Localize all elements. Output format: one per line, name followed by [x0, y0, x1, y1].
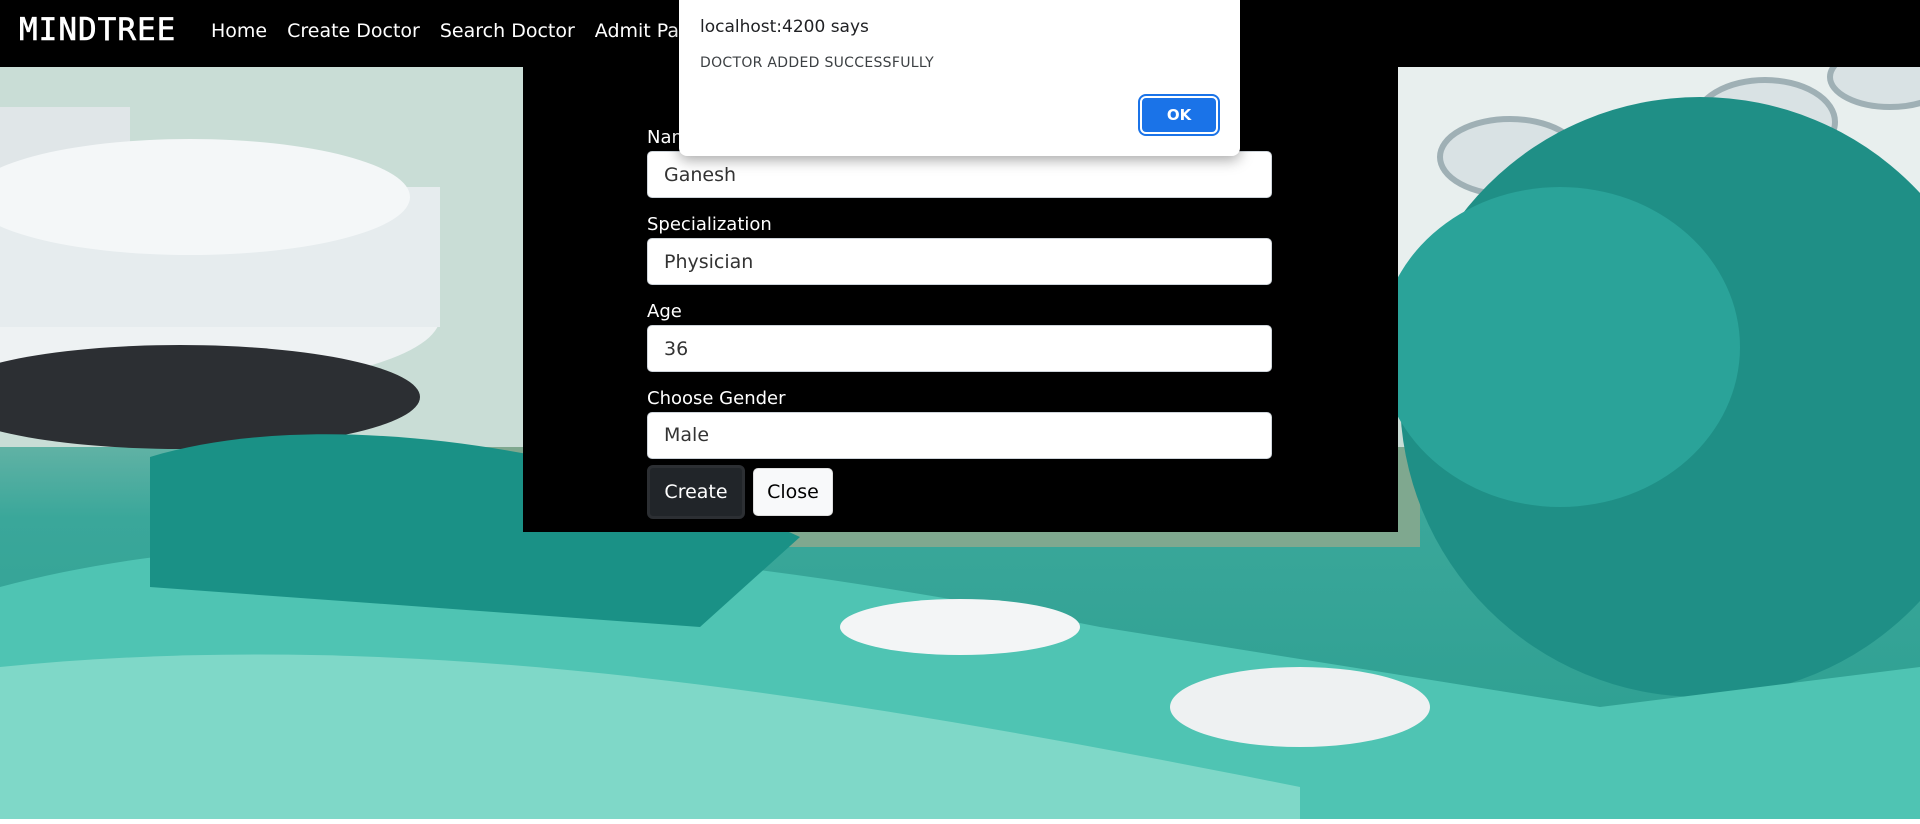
- alert-ok-button[interactable]: OK: [1140, 96, 1218, 134]
- age-label: Age: [647, 301, 682, 322]
- nav-link-create-doctor[interactable]: Create Doctor: [287, 20, 420, 42]
- specialization-label: Specialization: [647, 214, 772, 235]
- close-button[interactable]: Close: [753, 468, 833, 516]
- name-input[interactable]: [647, 151, 1272, 198]
- create-button[interactable]: Create: [647, 465, 745, 519]
- specialization-input[interactable]: [647, 238, 1272, 285]
- nav-links: Home Create Doctor Search Doctor Admit P…: [211, 20, 703, 42]
- create-doctor-form: Name Specialization Age Choose Gender Ma…: [647, 125, 1272, 519]
- form-buttons: Create Close: [647, 465, 1272, 519]
- alert-title: localhost:4200 says: [700, 17, 869, 37]
- gender-label: Choose Gender: [647, 388, 786, 409]
- gender-select[interactable]: Male: [647, 412, 1272, 459]
- nav-link-search-doctor[interactable]: Search Doctor: [440, 20, 575, 42]
- browser-alert-dialog: localhost:4200 says DOCTOR ADDED SUCCESS…: [679, 0, 1240, 156]
- alert-message: DOCTOR ADDED SUCCESSFULLY: [700, 55, 934, 71]
- nav-link-home[interactable]: Home: [211, 20, 267, 42]
- brand-logo[interactable]: MINDTREE: [19, 12, 176, 49]
- age-input[interactable]: [647, 325, 1272, 372]
